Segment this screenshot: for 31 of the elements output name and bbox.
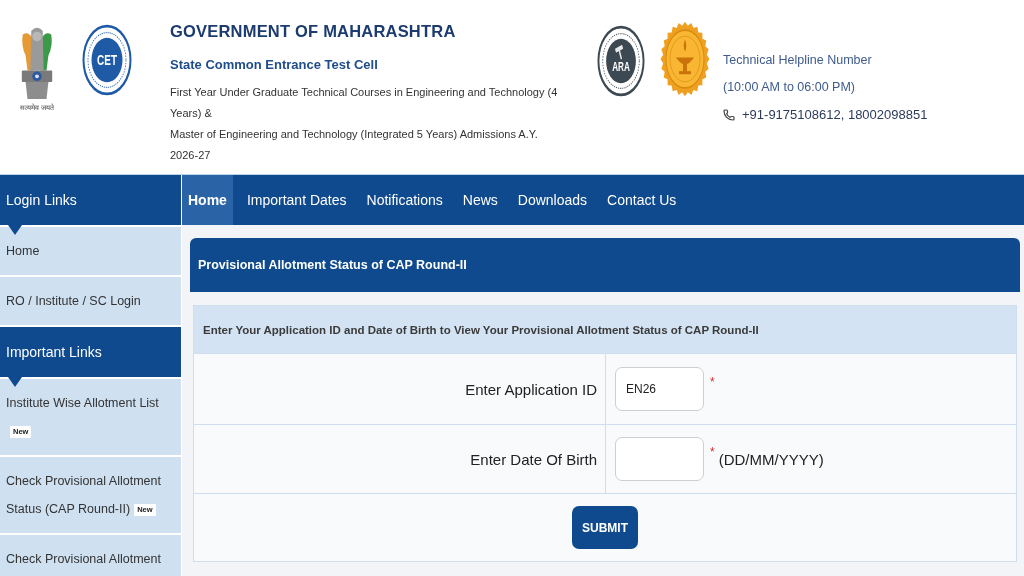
required-mark: * <box>710 446 715 458</box>
nav-tab[interactable]: Notifications <box>360 175 449 225</box>
nav-tab[interactable]: Contact Us <box>601 175 683 225</box>
helpline-numbers: +91-9175108612, 18002098851 <box>742 107 928 122</box>
nav-tab[interactable]: Home <box>182 175 233 225</box>
sidebar-heading-text: Login Links <box>6 192 77 208</box>
input-field[interactable] <box>615 437 704 481</box>
form-instruction: Enter Your Application ID and Date of Birth to View Your Provisional Allotment Status of CAP Round-II <box>194 306 1016 353</box>
site-title: GOVERNMENT OF MAHARASHTRA <box>170 21 457 42</box>
helpline-title: Technical Helpline Number <box>723 52 872 69</box>
sidebar-link[interactable]: RO / Institute / SC Login <box>0 277 181 325</box>
helpline-hours: (10:00 AM to 06:00 PM) <box>723 79 855 96</box>
course-description: First Year Under Graduate Technical Courses in Engineering and Technology (4 Years) & <box>170 85 559 121</box>
ara-logo: ARA <box>597 25 645 97</box>
sidebar-heading-text: Important Links <box>6 344 102 360</box>
field-label: Enter Application ID <box>194 353 606 424</box>
cet-logo: CET <box>82 24 132 96</box>
panel-title: Provisional Allotment Status of CAP Round-II <box>190 238 1020 292</box>
format-hint: (DD/MM/YYYY) <box>718 450 824 468</box>
course-description: Master of Engineering and Technology (Integrated 5 Years) Admissions A.Y. 2026-27 <box>170 127 539 163</box>
sidebar-link[interactable]: Home <box>0 227 181 275</box>
sidebar-link[interactable]: Check Provisional Allotment <box>0 535 181 576</box>
submit-button[interactable]: SUBMIT <box>572 506 638 549</box>
site-subtitle: State Common Entrance Test Cell <box>170 56 379 74</box>
nav-tab[interactable]: Downloads <box>511 175 594 225</box>
phone-icon <box>723 108 735 121</box>
required-mark: * <box>710 376 715 388</box>
field-label: Enter Date Of Birth <box>194 424 606 493</box>
nav-tab[interactable]: Important Dates <box>240 175 353 225</box>
nav-tab[interactable]: News <box>456 175 504 225</box>
input-field[interactable]: EN26 <box>615 367 704 411</box>
